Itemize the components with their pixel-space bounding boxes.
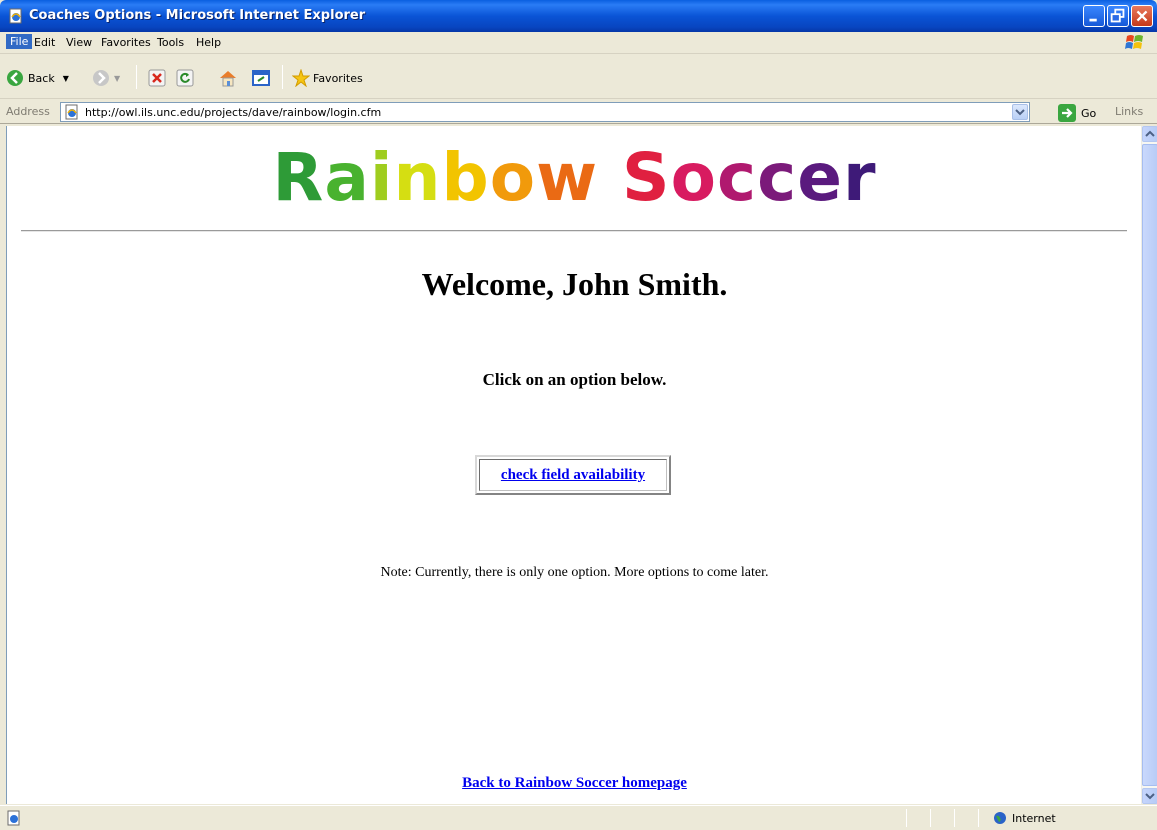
logo-letter: n <box>393 139 442 216</box>
logo-letter: r <box>842 139 877 216</box>
logo-letter: c <box>757 139 798 216</box>
stop-button[interactable] <box>148 67 166 89</box>
logo-letter: e <box>797 139 843 216</box>
home-icon <box>220 71 236 87</box>
options-table: check field availability <box>475 455 671 495</box>
menu-bar: File Edit View Favorites Tools Help <box>0 32 1157 54</box>
logo-letter: S <box>622 139 671 216</box>
refresh-icon <box>176 69 194 87</box>
logo-letter: R <box>272 139 325 216</box>
chevron-down-icon <box>1145 793 1155 800</box>
ie-page-icon <box>9 8 22 24</box>
go-label: Go <box>1081 106 1097 120</box>
logo-letter: a <box>324 139 370 216</box>
chevron-down-icon <box>1015 109 1025 116</box>
address-bar: Address http://owl.ils.unc.edu/projects/… <box>0 100 1157 124</box>
refresh-button[interactable] <box>176 67 194 89</box>
minimize-button[interactable] <box>1083 5 1105 27</box>
menu-file[interactable]: File <box>6 34 33 49</box>
logo-letter: b <box>441 139 490 216</box>
media-button[interactable] <box>252 67 270 89</box>
address-label: Address <box>6 105 50 118</box>
star-icon <box>292 69 310 87</box>
instruction-text: Click on an option below. <box>482 370 667 389</box>
scroll-down-button[interactable] <box>1142 788 1157 804</box>
status-bar: Internet <box>0 805 1157 830</box>
address-url: http://owl.ils.unc.edu/projects/dave/rai… <box>85 106 382 119</box>
toolbar-separator <box>136 65 137 89</box>
menu-help[interactable]: Help <box>196 36 221 49</box>
logo-letter: i <box>369 139 394 216</box>
favorites-button[interactable]: Favorites <box>292 67 363 89</box>
scroll-thumb[interactable] <box>1142 144 1157 786</box>
menu-tools[interactable]: Tools <box>157 36 184 49</box>
status-separator <box>978 809 979 827</box>
ie-page-icon <box>65 104 78 120</box>
close-icon <box>1136 10 1148 22</box>
go-arrow-icon <box>1058 104 1076 122</box>
home-button[interactable] <box>218 67 238 89</box>
back-to-homepage-link[interactable]: Back to Rainbow Soccer homepage <box>462 775 687 791</box>
forward-button[interactable]: ▼ <box>92 67 120 89</box>
back-dropdown-icon[interactable]: ▼ <box>63 74 69 83</box>
logo-letter: c <box>716 139 758 216</box>
status-separator <box>906 809 907 827</box>
window-title: Coaches Options - Microsoft Internet Exp… <box>29 8 366 23</box>
logo-letter <box>598 139 622 216</box>
windows-logo-icon <box>1125 35 1143 49</box>
go-button[interactable]: Go <box>1058 104 1096 122</box>
scroll-up-button[interactable] <box>1142 126 1157 142</box>
menu-edit[interactable]: Edit <box>34 36 55 49</box>
back-arrow-icon <box>7 70 23 86</box>
favorites-label: Favorites <box>313 71 363 85</box>
minimize-icon <box>1089 18 1097 22</box>
horizontal-rule <box>21 230 1127 232</box>
close-button[interactable] <box>1131 5 1153 27</box>
forward-dropdown-icon[interactable]: ▼ <box>114 74 120 83</box>
title-bar: Coaches Options - Microsoft Internet Exp… <box>0 0 1157 32</box>
rainbow-soccer-logo: Rainbow Soccer <box>7 138 1141 218</box>
restore-icon <box>1110 8 1125 23</box>
page-viewport: Rainbow Soccer Welcome, John Smith. Clic… <box>6 126 1141 804</box>
stop-icon <box>148 69 166 87</box>
maximize-button[interactable] <box>1107 5 1129 27</box>
options-cell: check field availability <box>479 459 667 491</box>
address-input[interactable]: http://owl.ils.unc.edu/projects/dave/rai… <box>60 102 1030 122</box>
vertical-scrollbar[interactable] <box>1141 126 1157 804</box>
toolbar: Back ▼ ▼ Favorites <box>0 55 1157 99</box>
logo-letter: o <box>670 139 717 216</box>
back-label: Back <box>28 71 55 85</box>
globe-icon <box>994 812 1006 824</box>
status-separator <box>930 809 931 827</box>
forward-arrow-icon <box>93 70 109 86</box>
address-dropdown-button[interactable] <box>1012 104 1028 120</box>
menu-favorites[interactable]: Favorites <box>101 36 151 49</box>
security-zone: Internet <box>1012 812 1056 825</box>
menu-view[interactable]: View <box>66 36 92 49</box>
back-link-container: Back to Rainbow Soccer homepage <box>7 775 1141 792</box>
note-text: Note: Currently, there is only one optio… <box>380 565 769 580</box>
logo-letter: o <box>489 139 537 216</box>
back-button[interactable]: Back ▼ <box>6 67 69 89</box>
links-button[interactable]: Links <box>1115 105 1143 118</box>
logo-letter: w <box>536 139 599 216</box>
check-field-availability-link[interactable]: check field availability <box>501 467 645 484</box>
ie-page-icon <box>7 810 20 826</box>
welcome-heading: Welcome, John Smith. <box>421 266 728 302</box>
chevron-up-icon <box>1145 130 1155 137</box>
status-separator <box>954 809 955 827</box>
toolbar-separator-2 <box>282 65 283 89</box>
window-icon <box>252 70 270 86</box>
